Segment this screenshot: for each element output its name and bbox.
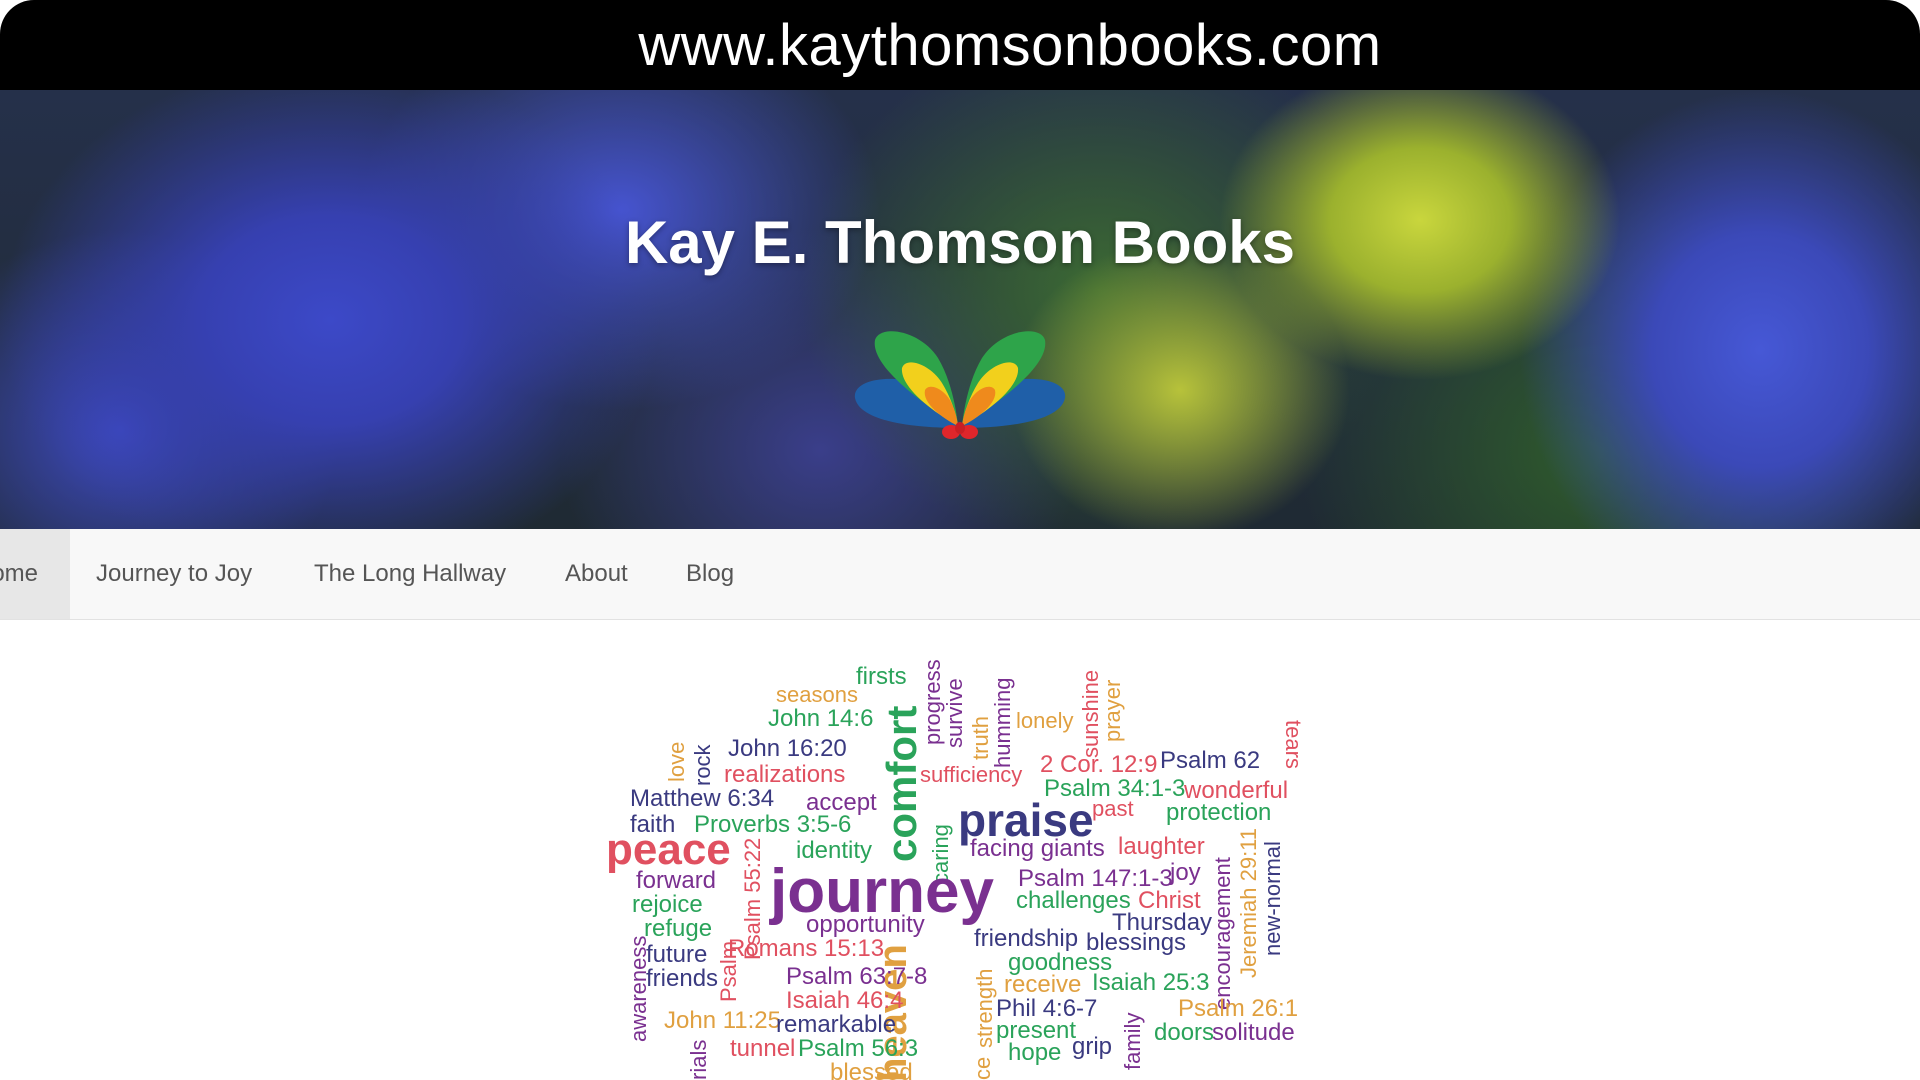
nav-item-label: About [565,560,628,587]
word: love [664,742,689,782]
word: Isaiah 46:4 [786,987,903,1014]
word: John 11:25 [664,1007,781,1034]
word: Jeremiah 29:11 [1236,828,1261,978]
word: laughter [1118,833,1205,860]
word: Psalm 63:7-8 [786,963,927,990]
nav-item-blog[interactable]: Blog [686,529,734,619]
butterfly-logo-icon [854,331,1066,439]
word: remarkable [776,1011,896,1038]
word: forward [636,867,716,894]
word: ce [970,1057,995,1080]
word: realizations [724,761,845,788]
nav-item-label: The Long Hallway [314,560,507,587]
word: rials [686,1040,711,1080]
nav-item-about[interactable]: About [565,529,628,619]
word: John 14:6 [768,705,873,732]
word: comfort [878,706,925,862]
word: tears [1281,720,1306,769]
nav-item-home[interactable]: Home [0,529,70,619]
word: strength [972,969,997,1049]
hero-banner: Kay E. Thomson Books [0,90,1920,529]
word: blessed [830,1059,913,1080]
nav-item-label: Home [0,560,39,587]
nav-item-label: Journey to Joy [96,560,253,587]
word: Psalm 26:1 [1178,995,1298,1022]
word: 2 Cor. 12:9 [1040,751,1157,778]
word-cloud-image: firsts seasons John 14:6 progress surviv… [606,659,1306,1080]
word: encouragement [1210,857,1235,1010]
word: hope [1008,1039,1061,1066]
word: doors [1154,1019,1214,1046]
word: rock [690,743,715,786]
word: receive [1004,971,1081,998]
word: Romans 15:13 [728,935,884,962]
word: joy [1169,859,1201,886]
word: friends [646,965,718,992]
word: past [1092,796,1134,821]
word: grip [1072,1033,1112,1060]
word: refuge [644,915,712,942]
word: Isaiah 25:3 [1092,969,1209,996]
word: family [1120,1013,1145,1070]
word: tunnel [730,1035,795,1062]
word: solitude [1212,1019,1295,1046]
browser-frame: www.kaythomsonbooks.com Kay E. Thomson B… [0,0,1920,1080]
word: rejoice [632,891,703,918]
word: friendship [974,925,1078,952]
nav-item-label: Blog [686,560,735,587]
word: opportunity [806,911,925,938]
word: firsts [856,663,907,690]
word: sufficiency [920,762,1022,787]
nav-item-the-long-hallway[interactable]: The Long Hallway [314,529,506,619]
word: John 16:20 [728,735,847,762]
word: survive [942,678,967,748]
word: new-normal [1260,841,1285,956]
word: Psalm 56:3 [798,1035,918,1062]
nav-item-journey-to-joy[interactable]: Journey to Joy [96,529,252,619]
word: lonely [1016,708,1073,733]
url-text: www.kaythomsonbooks.com [638,12,1382,78]
word: future [646,941,707,968]
word: Psalm 62 [1160,747,1260,774]
word: seasons [776,682,858,707]
site-title[interactable]: Kay E. Thomson Books [0,208,1920,277]
word: prayer [1100,680,1125,742]
main-nav: Home Journey to Joy The Long Hallway Abo… [0,529,1920,620]
word: humming [990,678,1015,768]
word: Matthew 6:34 [630,785,774,812]
address-bar[interactable]: www.kaythomsonbooks.com [0,0,1920,90]
word: Psalm [716,941,741,1002]
word: protection [1166,799,1271,826]
